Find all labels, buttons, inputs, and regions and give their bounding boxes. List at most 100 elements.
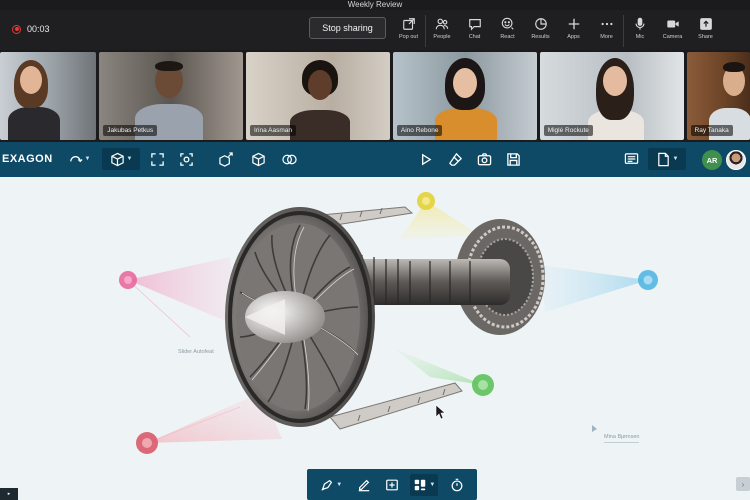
- blue-highlight-beam: [540, 265, 648, 312]
- focus-button[interactable]: [176, 148, 196, 170]
- green-highlight-beam: [395, 349, 483, 385]
- canvas-annotation: Mina Bjørnsen: [604, 434, 640, 443]
- results-button[interactable]: Results: [524, 15, 557, 47]
- screenshot-button[interactable]: [474, 148, 494, 170]
- results-icon: [534, 18, 547, 30]
- eraser-icon: [448, 152, 462, 166]
- play-button[interactable]: [416, 148, 434, 170]
- model-canvas[interactable]: Slider Autofeat Mina Bjørnsen ▼ ▼ ▸ ›: [0, 177, 750, 500]
- focus-icon: [179, 152, 193, 166]
- pencil-button[interactable]: [354, 474, 374, 496]
- save-button[interactable]: [503, 148, 523, 170]
- recording-indicator: 00:03: [12, 24, 50, 34]
- participant-tile[interactable]: [0, 52, 97, 140]
- apps-icon: [568, 18, 579, 30]
- chat-label: Chat: [468, 34, 481, 40]
- apps-button[interactable]: Apps: [557, 15, 590, 47]
- meeting-control-bar: 00:03 Stop sharing Pop out People Chat R…: [0, 10, 750, 50]
- yellow-marker-pin-core: [422, 197, 430, 205]
- save-icon: [506, 152, 520, 166]
- results-label: Results: [531, 34, 550, 40]
- participant-tile[interactable]: Jakubas Petkus: [99, 52, 244, 140]
- side-panel-toggle[interactable]: ›: [736, 477, 750, 491]
- cube-icon: [110, 152, 124, 166]
- remote-pointer-icon: [592, 425, 597, 432]
- red-marker-pin-core: [142, 438, 152, 448]
- section-button[interactable]: [248, 148, 268, 170]
- stopwatch-icon: [451, 478, 463, 491]
- meeting-timer: 00:03: [27, 24, 50, 34]
- document-dropdown-button[interactable]: ▼: [648, 148, 686, 170]
- blue-marker-pin-core: [643, 275, 653, 285]
- people-label: People: [433, 34, 451, 40]
- camera-icon: [666, 20, 679, 28]
- participant-name: Jakubas Petkus: [103, 125, 158, 136]
- react-label: React: [500, 34, 515, 40]
- more-button[interactable]: More: [590, 15, 623, 47]
- layout-dropdown-button[interactable]: ▼: [410, 473, 439, 496]
- bottom-toolbar: ▼ ▼: [307, 469, 477, 500]
- share-icon: [699, 18, 712, 30]
- explode-button[interactable]: [216, 148, 236, 170]
- participant-name: Irina Aasman: [250, 125, 296, 136]
- layout-icon: [415, 479, 426, 490]
- participant-tile[interactable]: Irina Aasman: [246, 52, 390, 140]
- comment-icon: [624, 152, 638, 164]
- stop-sharing-button[interactable]: Stop sharing: [309, 17, 386, 39]
- mouse-pointer-icon: [435, 404, 446, 420]
- pink-highlight-beam: [128, 257, 240, 327]
- expand-icon: [150, 152, 164, 166]
- timer-button[interactable]: [447, 474, 467, 496]
- chat-button[interactable]: Chat: [458, 15, 491, 47]
- eraser-button[interactable]: [445, 148, 465, 170]
- chevron-down-icon: ▼: [336, 481, 343, 488]
- chevron-down-icon: ▼: [84, 156, 91, 162]
- jet-engine-scene: [119, 192, 658, 454]
- participant-video: [4, 52, 64, 140]
- share-label: Share: [698, 34, 713, 40]
- share-button[interactable]: Share: [689, 15, 722, 47]
- comments-button[interactable]: [620, 148, 642, 170]
- participant-name: Ray Tanaka: [690, 125, 733, 136]
- more-label: More: [600, 34, 613, 40]
- corner-button[interactable]: ▸: [0, 488, 18, 500]
- collaborator-avatar[interactable]: [726, 150, 746, 170]
- orbit-dropdown-button[interactable]: ▼: [64, 148, 94, 170]
- markup-dropdown-button[interactable]: ▼: [317, 474, 345, 496]
- yellow-highlight-beam: [400, 201, 480, 239]
- participant-tile[interactable]: Ray Tanaka: [686, 52, 750, 140]
- participant-name: Aino Rebone: [396, 125, 443, 136]
- screen: Weekly Review 00:03 Stop sharing Pop out…: [0, 0, 750, 500]
- record-icon: [12, 24, 21, 34]
- pop-out-label: Pop out: [399, 34, 418, 40]
- participant-name: Miglė Rockute: [543, 125, 593, 136]
- add-box-icon: [386, 479, 398, 490]
- meeting-tools: Pop out People Chat React Results Apps M…: [392, 15, 722, 47]
- people-icon: [435, 18, 449, 30]
- participant-tile[interactable]: Aino Rebone: [392, 52, 537, 140]
- fit-view-button[interactable]: [147, 148, 167, 170]
- apps-label: Apps: [567, 34, 580, 40]
- participant-tile[interactable]: Miglė Rockute: [539, 52, 684, 140]
- compare-button[interactable]: [278, 148, 300, 170]
- camera-button[interactable]: Camera: [656, 15, 689, 47]
- react-button[interactable]: React: [491, 15, 524, 47]
- add-note-button[interactable]: [382, 474, 402, 496]
- cube-outline-icon: [251, 152, 265, 166]
- chevron-down-icon: ▼: [429, 481, 436, 488]
- chevron-down-icon: ▼: [672, 156, 679, 162]
- canvas-annotation: Slider Autofeat: [178, 349, 214, 355]
- people-button[interactable]: People: [425, 15, 458, 47]
- pop-out-button[interactable]: Pop out: [392, 15, 425, 47]
- markup-pen-icon: [321, 479, 333, 491]
- participant-video: [288, 52, 352, 140]
- cube-view-dropdown-button[interactable]: ▼: [102, 148, 140, 170]
- pencil-icon: [358, 479, 369, 491]
- participant-video: [584, 52, 648, 140]
- participant-tiles: Jakubas Petkus Irina Aasman Aino Rebone: [0, 52, 750, 140]
- camera-label: Camera: [662, 34, 683, 40]
- app-toolbar: EXAGON ▼ ▼ ▼ AR: [0, 142, 750, 177]
- play-icon: [421, 153, 431, 165]
- user-avatar[interactable]: AR: [702, 150, 722, 170]
- mic-button[interactable]: Mic: [623, 15, 656, 47]
